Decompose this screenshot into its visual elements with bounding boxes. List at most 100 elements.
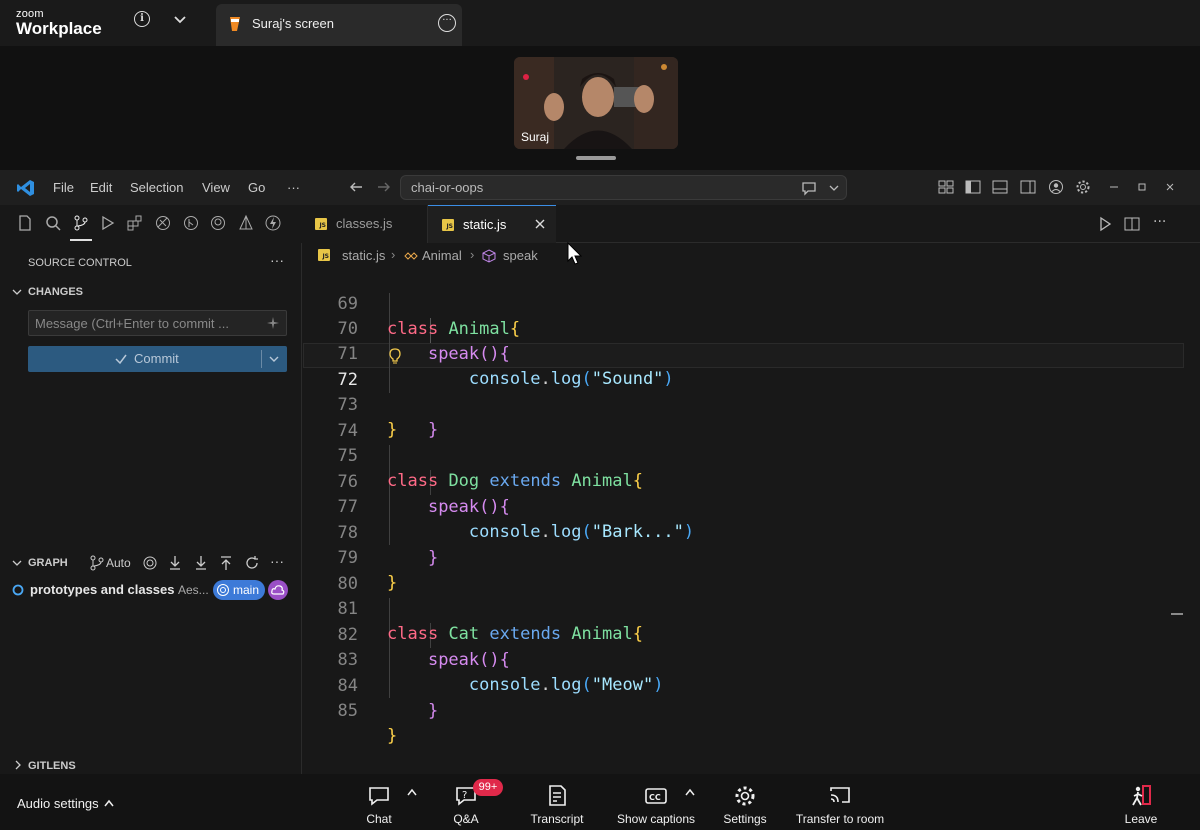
copilot-chat-icon[interactable] bbox=[801, 180, 819, 196]
tab-classes-js[interactable]: JS classes.js bbox=[303, 205, 428, 243]
code-editor[interactable]: 69 class Animal{ 70 speak(){ 71 console.… bbox=[303, 267, 1200, 774]
chat-button[interactable]: Chat bbox=[359, 784, 399, 828]
extensions-icon[interactable] bbox=[126, 214, 144, 232]
gitlens-section-label[interactable]: GITLENS bbox=[28, 760, 76, 772]
transcript-button[interactable]: Transcript bbox=[527, 784, 587, 828]
source-control-icon[interactable] bbox=[72, 214, 90, 232]
share-tab-label: Suraj's screen bbox=[252, 16, 334, 31]
menu-view[interactable]: View bbox=[202, 180, 230, 195]
tab-static-js[interactable]: JS static.js bbox=[428, 205, 556, 243]
audio-settings-button[interactable]: Audio settings bbox=[17, 796, 99, 811]
graph-auto-label[interactable]: Auto bbox=[106, 556, 131, 570]
code-line: 71 console.log("Sound") bbox=[303, 317, 1184, 389]
code-line: 75 class Dog extends Animal{ bbox=[303, 419, 1184, 491]
gitlens-icon[interactable] bbox=[182, 214, 200, 232]
info-icon[interactable]: i bbox=[134, 11, 150, 27]
leave-button[interactable]: Leave bbox=[1120, 784, 1162, 828]
logo-big-text: Workplace bbox=[16, 19, 102, 38]
chevron-down-icon[interactable] bbox=[172, 12, 188, 28]
cast-icon bbox=[830, 787, 850, 803]
lightbulb-icon[interactable] bbox=[388, 348, 402, 364]
remote-explorer-icon[interactable] bbox=[154, 214, 172, 232]
run-debug-icon[interactable] bbox=[98, 214, 116, 232]
leave-label: Leave bbox=[1124, 812, 1158, 826]
code-line: 85 } bbox=[303, 674, 1184, 746]
customize-layout-icon[interactable] bbox=[938, 179, 954, 195]
account-icon[interactable] bbox=[1048, 179, 1064, 195]
commit-dropdown-chevron-icon[interactable] bbox=[268, 354, 280, 364]
breadcrumb-method[interactable]: speak bbox=[503, 248, 538, 263]
chevron-up-icon[interactable] bbox=[407, 788, 417, 796]
branch-badge[interactable]: main bbox=[213, 580, 265, 600]
breadcrumb-class[interactable]: Animal bbox=[422, 248, 462, 263]
chevron-down-icon[interactable] bbox=[829, 183, 839, 193]
restore-icon[interactable] bbox=[1134, 179, 1150, 195]
push-icon[interactable] bbox=[219, 555, 233, 571]
menu-edit[interactable]: Edit bbox=[90, 180, 112, 195]
prisma-icon[interactable] bbox=[237, 214, 255, 232]
code-line: 80 bbox=[303, 547, 1184, 594]
fetch-icon[interactable] bbox=[168, 555, 182, 571]
chevron-up-icon[interactable] bbox=[104, 799, 114, 807]
menu-file[interactable]: File bbox=[53, 180, 74, 195]
settings-button[interactable]: Settings bbox=[719, 784, 771, 828]
toggle-secondary-sidebar-icon[interactable] bbox=[1020, 179, 1036, 195]
gear-icon[interactable] bbox=[1075, 179, 1091, 195]
tab-label: static.js bbox=[463, 217, 507, 232]
refresh-icon[interactable] bbox=[244, 555, 260, 571]
line-number: 85 bbox=[337, 701, 358, 721]
editor-tab-bar: JS classes.js JS static.js ··· bbox=[303, 205, 1200, 243]
split-editor-icon[interactable] bbox=[1124, 216, 1140, 232]
toggle-panel-icon[interactable] bbox=[992, 179, 1008, 195]
remote-badge[interactable] bbox=[268, 580, 288, 600]
breadcrumb-file[interactable]: static.js bbox=[342, 248, 385, 263]
menu-more[interactable]: ··· bbox=[287, 180, 300, 195]
chevron-down-icon[interactable] bbox=[12, 558, 22, 568]
explorer-icon[interactable] bbox=[16, 214, 34, 232]
qa-count-badge: 99+ bbox=[473, 779, 503, 796]
graph-commit-row[interactable]: prototypes and classes Aes... main bbox=[0, 580, 301, 600]
graph-section-header[interactable]: GRAPH Auto ··· bbox=[0, 553, 301, 573]
scrollbar-position-marker[interactable] bbox=[1171, 613, 1183, 615]
chevron-down-icon[interactable] bbox=[12, 287, 22, 297]
commit-message-input[interactable]: Message (Ctrl+Enter to commit ... bbox=[28, 310, 287, 336]
minimize-icon[interactable] bbox=[1106, 179, 1122, 195]
back-arrow-icon[interactable] bbox=[348, 179, 364, 195]
breadcrumb-separator: › bbox=[470, 247, 475, 262]
commit-author: Aes... bbox=[178, 583, 209, 597]
sparkle-icon[interactable] bbox=[266, 316, 280, 330]
command-center[interactable]: chai-or-oops bbox=[400, 175, 847, 200]
branch-icon[interactable] bbox=[90, 555, 104, 571]
code-line: 84 } bbox=[303, 649, 1184, 721]
transfer-to-room-button[interactable]: Transfer to room bbox=[790, 784, 890, 828]
menu-selection[interactable]: Selection bbox=[130, 180, 183, 195]
chevron-right-icon[interactable] bbox=[14, 760, 22, 770]
zoom-top-bar: zoom Workplace i Suraj's screen ··· bbox=[0, 0, 1200, 46]
more-options-icon[interactable]: ··· bbox=[438, 14, 456, 32]
target-icon[interactable] bbox=[142, 555, 158, 571]
sidebar-more-button[interactable]: ··· bbox=[270, 252, 284, 268]
close-icon[interactable] bbox=[1162, 179, 1178, 195]
pull-icon[interactable] bbox=[194, 555, 208, 571]
screen-share-tab[interactable]: Suraj's screen ··· bbox=[216, 4, 462, 46]
changes-section-label[interactable]: CHANGES bbox=[28, 286, 83, 298]
participant-video-tile[interactable]: Suraj bbox=[514, 57, 678, 149]
menu-go[interactable]: Go bbox=[248, 180, 265, 195]
js-file-icon: JS bbox=[442, 219, 454, 231]
close-tab-icon[interactable] bbox=[534, 218, 546, 230]
graph-more-button[interactable]: ··· bbox=[270, 553, 284, 569]
github-icon[interactable] bbox=[209, 214, 227, 232]
vscode-window: File Edit Selection View Go ··· chai-or-… bbox=[0, 170, 1200, 774]
code-line-active: 72 } bbox=[303, 343, 1184, 440]
run-file-icon[interactable] bbox=[1097, 216, 1113, 232]
chevron-up-icon[interactable] bbox=[685, 788, 695, 796]
lightning-icon[interactable] bbox=[264, 214, 282, 232]
code-text: } bbox=[427, 701, 439, 721]
toggle-primary-sidebar-icon[interactable] bbox=[965, 179, 981, 195]
commit-button[interactable]: Commit bbox=[28, 346, 287, 372]
search-icon[interactable] bbox=[44, 214, 62, 232]
editor-more-button[interactable]: ··· bbox=[1153, 214, 1166, 230]
video-drag-handle[interactable] bbox=[576, 156, 616, 160]
chat-label: Chat bbox=[366, 812, 392, 826]
forward-arrow-icon[interactable] bbox=[376, 179, 392, 195]
